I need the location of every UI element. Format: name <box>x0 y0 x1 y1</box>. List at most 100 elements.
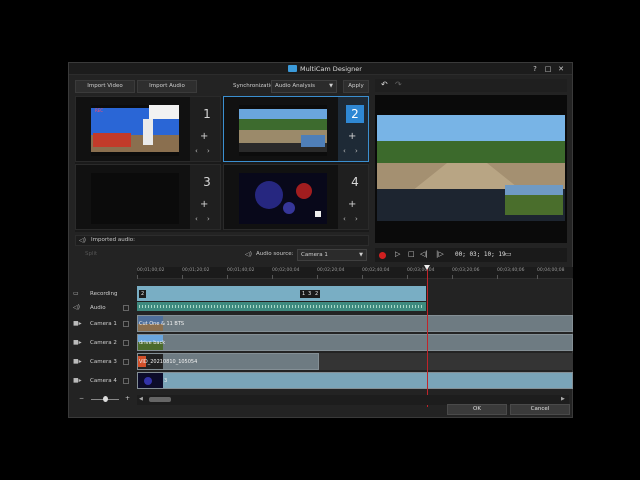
playhead-handle[interactable] <box>424 265 430 270</box>
timecode-display: 00; 03; 10; 19 <box>455 251 506 258</box>
toolbar: Import Video Import Audio Synchronizatio… <box>75 80 371 93</box>
speaker-icon: ◁) <box>79 237 86 244</box>
camera-3-toggle[interactable] <box>123 359 129 365</box>
camera-number: 2 <box>346 105 364 123</box>
cancel-button[interactable]: Cancel <box>510 404 570 415</box>
audio-source-select[interactable]: Camera 1 ▼ <box>297 249 367 261</box>
camera-1-controls: 1 + ‹ › <box>190 97 220 161</box>
imported-audio-bar[interactable]: ◁) Imported audio: <box>75 235 369 246</box>
camera-cell-4[interactable]: 4 + ‹ › <box>223 164 369 230</box>
clip-name: 3 <box>164 378 168 384</box>
import-audio-button[interactable]: Import Audio <box>137 80 197 93</box>
maximize-button[interactable]: □ <box>543 64 553 74</box>
split-button[interactable]: Split <box>85 251 97 257</box>
playhead[interactable] <box>427 267 428 407</box>
zoom-control: − + <box>75 395 135 405</box>
zoom-in-button[interactable]: + <box>125 395 130 402</box>
camera-cell-1[interactable]: REC 1 + ‹ › <box>75 96 221 162</box>
apply-button[interactable]: Apply <box>343 80 369 93</box>
undo-icon[interactable]: ↶ <box>381 80 388 89</box>
camera-1-clip[interactable]: Cut One & 11 BTS <box>137 315 573 332</box>
zoom-slider-knob[interactable] <box>103 396 108 402</box>
track-name: Camera 1 <box>90 321 117 327</box>
scrollbar-thumb[interactable] <box>149 397 171 402</box>
add-camera-button[interactable]: + <box>200 199 208 210</box>
ruler-tick: 00;03;40;06 <box>497 268 525 279</box>
audio-track-toggle[interactable] <box>123 305 129 311</box>
clip-thumbnail <box>138 373 163 388</box>
ruler-tick: 00;02;40;04 <box>362 268 390 279</box>
chevron-down-icon: ▼ <box>359 252 363 258</box>
audio-source-label: Audio source: <box>256 251 294 257</box>
track-label-camera-1: ■▸ Camera 1 <box>73 318 135 330</box>
next-camera-button[interactable]: › <box>207 147 210 155</box>
recording-track-bar[interactable]: 2 1 3 2 <box>137 286 426 301</box>
ruler-tick: 00;04;00;08 <box>537 268 565 279</box>
next-camera-button[interactable]: › <box>355 215 358 223</box>
preview-video <box>377 115 565 221</box>
camera-3-controls: 3 + ‹ › <box>190 165 220 229</box>
camera-4-controls: 4 + ‹ › <box>338 165 368 229</box>
help-button[interactable]: ? <box>530 64 540 74</box>
clip-name: drive back <box>139 340 166 346</box>
scroll-right-icon[interactable]: ▶ <box>561 396 565 402</box>
next-camera-button[interactable]: › <box>207 215 210 223</box>
track-name: Camera 4 <box>90 378 117 384</box>
prev-camera-button[interactable]: ‹ <box>343 147 346 155</box>
imported-audio-label: Imported audio: <box>91 237 135 243</box>
prev-camera-button[interactable]: ‹ <box>343 215 346 223</box>
camera-4-thumbnail <box>239 173 327 224</box>
timeline-ruler[interactable]: 00;01;00;02 00;01;20;02 00;01;40;02 00;0… <box>137 267 573 279</box>
track-label-camera-2: ■▸ Camera 2 <box>73 337 135 349</box>
camera-3-clip[interactable]: VID_20210810_105054 <box>137 353 319 370</box>
camera-2-clip[interactable]: drive back <box>137 334 573 351</box>
timeline-tracks[interactable]: 2 1 3 2 Cut One & 11 BTS drive back VID_… <box>137 265 573 407</box>
next-camera-button[interactable]: › <box>355 147 358 155</box>
audio-source-value: Camera 1 <box>301 252 328 258</box>
redo-icon[interactable]: ↷ <box>395 80 402 89</box>
speaker-icon: ◁) <box>73 304 80 311</box>
camera-1-toggle[interactable] <box>123 321 129 327</box>
camera-4-clip[interactable]: 3 <box>137 372 573 389</box>
play-button[interactable]: ▷ <box>395 250 400 258</box>
add-camera-button[interactable]: + <box>348 199 356 210</box>
record-button[interactable] <box>379 252 386 259</box>
close-button[interactable]: ✕ <box>556 64 566 74</box>
camera-2-toggle[interactable] <box>123 340 129 346</box>
camera-1-thumbnail: REC <box>91 105 179 156</box>
sync-method-select[interactable]: Audio Analysis ▼ <box>271 80 337 93</box>
track-label-camera-3: ■▸ Camera 3 <box>73 356 135 368</box>
clip-name: VID_20210810_105054 <box>139 359 198 365</box>
camera-switch-badge[interactable]: 2 <box>313 290 321 298</box>
camera-number: 4 <box>351 175 359 189</box>
ruler-tick: 00;01;40;02 <box>227 268 255 279</box>
window-title: MultiCam Designer <box>300 65 362 73</box>
add-camera-button[interactable]: + <box>348 131 356 142</box>
ruler-tick: 00;01;20;02 <box>182 268 210 279</box>
ruler-tick: 00;03;20;06 <box>452 268 480 279</box>
import-video-button[interactable]: Import Video <box>75 80 135 93</box>
prev-frame-button[interactable]: ◁| <box>420 250 428 258</box>
stop-button[interactable]: □ <box>408 250 415 258</box>
chevron-down-icon: ▼ <box>329 83 333 89</box>
prev-camera-button[interactable]: ‹ <box>195 147 198 155</box>
track-labels: ▭ Recording ◁) Audio ■▸ Camera 1 ■▸ Came… <box>69 283 137 393</box>
ok-button[interactable]: OK <box>447 404 507 415</box>
prev-camera-button[interactable]: ‹ <box>195 215 198 223</box>
add-camera-button[interactable]: + <box>200 131 208 142</box>
camera-4-toggle[interactable] <box>123 378 129 384</box>
camera-icon: ■▸ <box>73 339 82 346</box>
audio-track-bar[interactable] <box>137 302 426 311</box>
export-icon[interactable]: ▭ <box>505 250 512 258</box>
scroll-left-icon[interactable]: ◀ <box>139 396 143 402</box>
track-label-camera-4: ■▸ Camera 4 <box>73 375 135 387</box>
camera-3-thumbnail <box>91 173 179 224</box>
camera-cell-2[interactable]: 2 + ‹ › <box>223 96 369 162</box>
zoom-out-button[interactable]: − <box>79 395 84 402</box>
camera-grid: REC 1 + ‹ › 2 + ‹ › 3 + ‹ › 4 + ‹ › <box>75 96 369 232</box>
camera-cell-3[interactable]: 3 + ‹ › <box>75 164 221 230</box>
camera-number: 3 <box>203 175 211 189</box>
title-bar: MultiCam Designer ? □ ✕ <box>69 63 572 75</box>
camera-switch-badge[interactable]: 2 <box>139 290 147 298</box>
next-frame-button[interactable]: |▷ <box>436 250 444 258</box>
